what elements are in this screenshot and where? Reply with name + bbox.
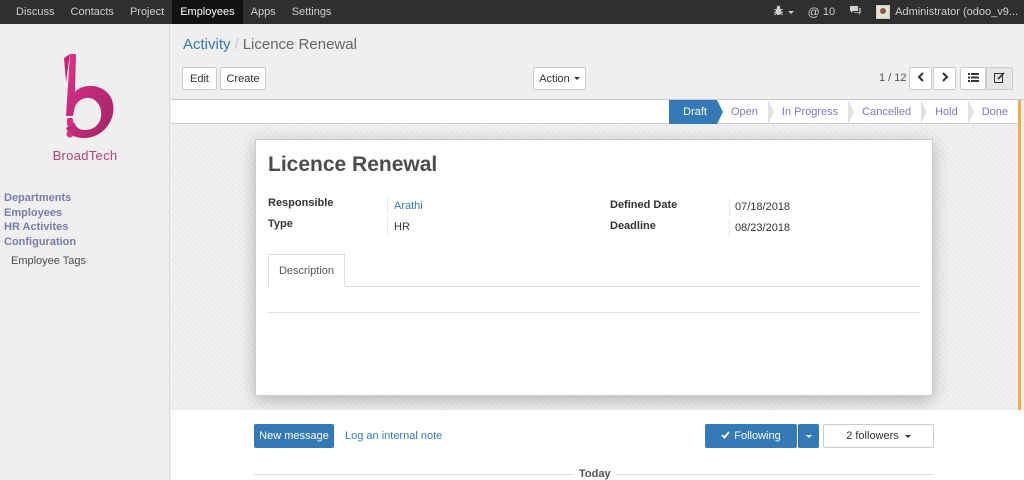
form-view-button[interactable] (986, 67, 1013, 90)
caret-down-icon (806, 434, 812, 438)
avatar (876, 5, 891, 19)
deadline-label: Deadline (610, 220, 656, 232)
breadcrumb-separator: / (234, 36, 239, 53)
sidebar-item-employees[interactable]: Employees (4, 206, 86, 221)
new-message-button[interactable]: New message (254, 424, 334, 448)
defined-date-label: Defined Date (610, 199, 678, 211)
breadcrumb-current: Licence Renewal (242, 36, 357, 53)
sidebar-nav: Departments Employees HR Activites Confi… (4, 191, 86, 267)
notifications[interactable]: @ 10 (808, 5, 835, 19)
menu-settings[interactable]: Settings (284, 0, 340, 24)
field-divider (387, 196, 388, 214)
stage-in-progress[interactable]: In Progress (768, 100, 855, 124)
followers-button[interactable]: 2 followers (823, 424, 934, 448)
action-label: Action (539, 72, 570, 85)
chat-toggle[interactable] (849, 5, 862, 19)
caret-down-icon (904, 434, 911, 438)
responsible-label: Responsible (268, 197, 334, 209)
tab-description[interactable]: Description (268, 254, 345, 287)
defined-date-value: 07/18/2018 (735, 201, 791, 213)
top-navbar: Discuss Contacts Project Employees Apps … (0, 0, 1024, 24)
edit-button[interactable]: Edit (182, 67, 217, 90)
deadline-value: 08/23/2018 (735, 222, 791, 234)
user-name: Administrator (odoo_v9... (895, 6, 1018, 18)
field-divider (729, 219, 730, 237)
list-view-button[interactable] (960, 67, 986, 90)
menu-contacts[interactable]: Contacts (63, 0, 122, 24)
stage-hold[interactable]: Hold (921, 100, 974, 124)
sidebar: BroadTech Departments Employees HR Activ… (0, 24, 170, 480)
comments-icon (849, 5, 862, 19)
control-panel: Activity / Licence Renewal Edit Create Act… (171, 24, 1024, 100)
description-content[interactable] (268, 312, 920, 313)
notification-count: 10 (822, 6, 836, 18)
field-divider (729, 198, 730, 216)
accent-border (1018, 100, 1021, 410)
user-menu[interactable]: Administrator (odoo_v9... (876, 5, 1018, 19)
notebook-tabs: Description (268, 254, 920, 287)
sidebar-item-departments[interactable]: Departments (4, 191, 86, 206)
statusbar: Draft Open In Progress Cancelled Hold Do… (171, 100, 1018, 124)
at-icon: @ (807, 5, 820, 19)
field-divider (387, 217, 388, 235)
log-note-link[interactable]: Log an internal note (345, 430, 442, 442)
type-value: HR (394, 221, 410, 233)
create-button[interactable]: Create (220, 67, 266, 90)
breadcrumb-activity[interactable]: Activity (183, 36, 231, 53)
stage-pipeline: Draft Open In Progress Cancelled Hold Do… (669, 100, 1018, 124)
pager-previous-button[interactable] (909, 67, 932, 90)
bug-icon (773, 5, 784, 19)
company-logo (64, 54, 114, 138)
stage-draft[interactable]: Draft (669, 100, 723, 124)
chevron-right-icon (941, 72, 949, 85)
debug-menu[interactable] (773, 5, 794, 19)
list-icon (967, 72, 979, 85)
stage-done[interactable]: Done (968, 100, 1018, 124)
edit-form-icon (994, 71, 1005, 86)
company-name: BroadTech (52, 148, 118, 163)
type-label: Type (268, 218, 293, 230)
sidebar-item-employee-tags[interactable]: Employee Tags (4, 255, 86, 267)
record-title: Licence Renewal (268, 153, 438, 176)
systray: @ 10 Administrator (odoo_v9... (759, 0, 1018, 24)
pager-value[interactable]: 1 / 12 (879, 72, 907, 84)
following-button[interactable]: Following (705, 424, 797, 448)
date-separator-today: Today (574, 468, 616, 480)
sidebar-item-hr-activites[interactable]: HR Activites (4, 220, 86, 235)
action-button[interactable]: Action (533, 67, 586, 90)
caret-down-icon (573, 77, 580, 80)
stage-open[interactable]: Open (717, 100, 774, 124)
check-icon (721, 430, 730, 442)
menu-discuss[interactable]: Discuss (8, 0, 63, 24)
pager-next-button[interactable] (933, 67, 956, 90)
stage-cancelled[interactable]: Cancelled (848, 100, 927, 124)
responsible-value[interactable]: Arathi (394, 200, 423, 212)
menu-employees[interactable]: Employees (172, 0, 243, 24)
followers-label: 2 followers (846, 430, 899, 442)
chevron-left-icon (917, 72, 925, 85)
menu-project[interactable]: Project (122, 0, 172, 24)
sidebar-item-configuration[interactable]: Configuration (4, 235, 86, 250)
follow-options-button[interactable] (798, 424, 819, 448)
caret-down-icon (787, 10, 794, 14)
app-menu: Discuss Contacts Project Employees Apps … (8, 0, 339, 24)
following-label: Following (734, 430, 781, 442)
form-sheet: Licence Renewal Responsible Arathi Type … (255, 139, 933, 396)
menu-apps[interactable]: Apps (243, 0, 284, 24)
breadcrumb: Activity / Licence Renewal (183, 36, 357, 53)
